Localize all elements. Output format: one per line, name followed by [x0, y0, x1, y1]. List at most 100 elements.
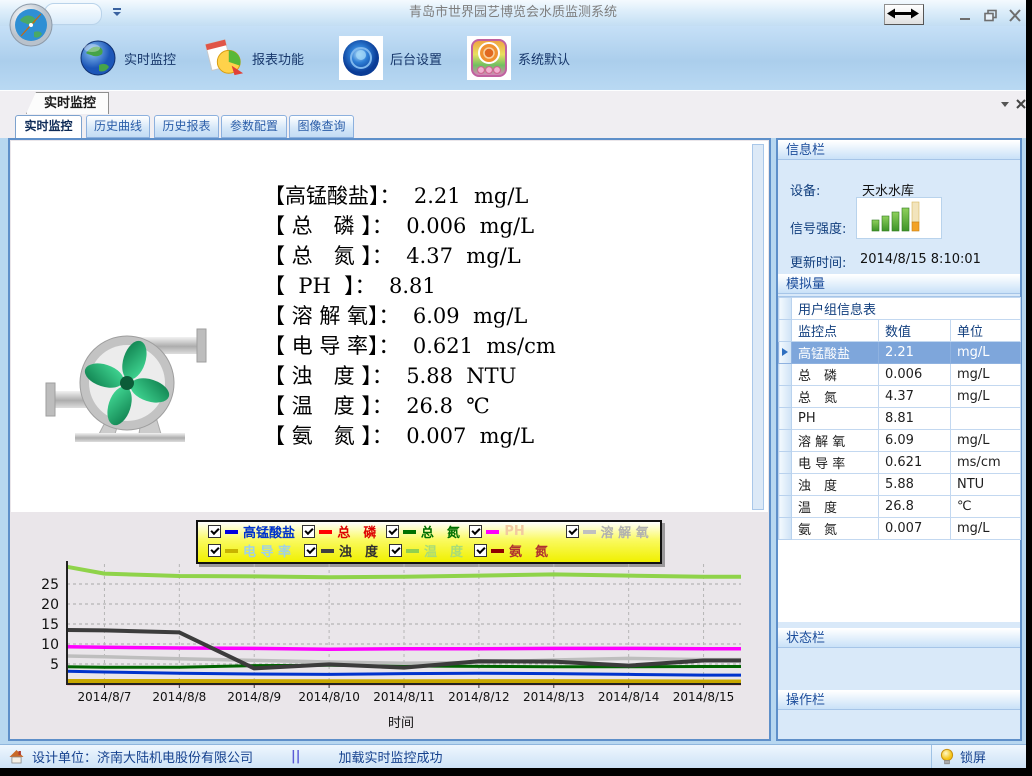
cell-point: 电 导 率 [792, 452, 879, 474]
cell-point: 总 氮 [792, 386, 879, 408]
column-header-value: 数值 [879, 320, 951, 342]
cell-value: 6.09 [879, 430, 951, 452]
reading-line-0: 【高锰酸盐】： 2.21 mg/L [264, 181, 556, 211]
quick-access-dropdown-icon[interactable] [113, 8, 121, 18]
analog-section-header: 模拟量 [778, 274, 1020, 294]
x-tick-label: 2014/8/13 [523, 690, 585, 704]
legend-checkbox[interactable] [474, 544, 487, 557]
cell-value: 4.37 [879, 386, 951, 408]
cell-value: 0.007 [879, 518, 951, 540]
legend-line-swatch [403, 530, 416, 534]
table-row-1[interactable]: 总 磷0.006mg/L [779, 364, 1021, 386]
lock-screen-button[interactable]: 锁屏 [931, 745, 1026, 768]
toolbar-default-button[interactable]: 系统默认 [462, 31, 575, 85]
app-window: 青岛市世界园艺博览会水质监测系统 [0, 0, 1026, 767]
toolbar-report-button[interactable]: 报表功能 [198, 31, 309, 85]
sub-tab-bar: 实时监控历史曲线历史报表参数配置图像查询 [0, 114, 1026, 138]
series-高锰酸盐 [67, 671, 741, 675]
legend-checkbox[interactable] [304, 544, 317, 557]
subtab-4[interactable]: 图像查询 [289, 115, 354, 138]
check-icon [472, 526, 481, 535]
home-icon [8, 749, 25, 765]
toolbar-settings-button[interactable]: 后台设置 [334, 31, 447, 85]
tab-close-icon[interactable] [1014, 96, 1028, 110]
legend-checkbox[interactable] [208, 525, 221, 538]
system-default-icon [467, 36, 511, 80]
table-row-8[interactable]: 氨 氮0.007mg/L [779, 518, 1021, 540]
legend-line-swatch [583, 530, 596, 534]
legend-line-swatch [406, 549, 419, 553]
legend-line-swatch [225, 549, 238, 553]
legend-label: PH [504, 524, 524, 539]
y-tick-label: 20 [41, 597, 59, 613]
minimize-button[interactable] [956, 7, 974, 20]
toolbar-realtime-button[interactable]: 实时监控 [74, 31, 181, 85]
table-row-2[interactable]: 总 氮4.37mg/L [779, 386, 1021, 408]
cell-unit: mg/L [951, 430, 1021, 452]
status-bar: 设计单位：济南大陆机电股份有限公司 || 加载实时监控成功 锁屏 [0, 744, 1026, 768]
status-section-header: 状态栏 [778, 628, 1020, 648]
cell-point: 总 磷 [792, 364, 879, 386]
close-icon [1006, 9, 1024, 22]
minimize-icon [956, 9, 974, 22]
cell-value: 0.621 [879, 452, 951, 474]
tab-list-dropdown-icon[interactable] [998, 96, 1012, 110]
x-tick-label: 2014/8/12 [448, 690, 510, 704]
cell-unit: mg/L [951, 518, 1021, 540]
cell-unit [951, 408, 1021, 430]
legend-checkbox[interactable] [566, 525, 579, 538]
legend-label: 浊 度 [339, 541, 378, 560]
table-row-0[interactable]: 高锰酸盐2.21mg/L [779, 342, 1021, 364]
reading-line-1: 【 总 磷 】： 0.006 mg/L [264, 211, 556, 241]
cell-value: 0.006 [879, 364, 951, 386]
subtab-1[interactable]: 历史曲线 [86, 115, 150, 138]
legend-item-0-1: 总 磷 [302, 522, 386, 541]
check-icon [568, 526, 577, 535]
vertical-scrollbar[interactable] [752, 144, 764, 510]
row-gutter [779, 342, 792, 364]
cell-unit: mg/L [951, 342, 1021, 364]
resize-button[interactable] [884, 4, 924, 25]
chart-zone: 高锰酸盐总 磷总 氮PH溶 解 氧电 导 率浊 度温 度氨 氮 51015202… [11, 512, 768, 738]
x-tick-label: 2014/8/14 [598, 690, 660, 704]
legend-label: 总 磷 [337, 522, 376, 541]
legend-checkbox[interactable] [469, 525, 482, 538]
info-section-header: 信息栏 [778, 140, 1020, 160]
device-label: 设备: [790, 180, 820, 199]
table-row-3[interactable]: PH8.81 [779, 408, 1021, 430]
table-column-header-row: 监控点 数值 单位 [779, 320, 1021, 342]
pump-icon [39, 321, 219, 453]
legend-checkbox[interactable] [302, 525, 315, 538]
x-tick-label: 2014/8/9 [227, 690, 281, 704]
subtab-0[interactable]: 实时监控 [15, 115, 82, 139]
table-group-title: 用户组信息表 [792, 298, 1021, 320]
ribbon-toolbar: 实时监控 报表功能 后 [0, 26, 1026, 91]
subtab-3[interactable]: 参数配置 [221, 115, 287, 138]
check-icon [476, 545, 485, 554]
close-button[interactable] [1006, 7, 1024, 20]
legend-line-swatch [321, 549, 334, 553]
report-icon [203, 37, 245, 79]
window-tab-realtime[interactable]: 实时监控 [26, 92, 109, 114]
legend-line-swatch [486, 530, 499, 534]
legend-line-swatch [491, 549, 504, 553]
compass-app-icon[interactable] [8, 2, 54, 48]
cell-point: 溶 解 氧 [792, 430, 879, 452]
toolbar-settings-label: 后台设置 [390, 49, 442, 68]
toolbar-report-label: 报表功能 [252, 49, 304, 68]
table-row-4[interactable]: 溶 解 氧6.09mg/L [779, 430, 1021, 452]
legend-checkbox[interactable] [389, 544, 402, 557]
restore-button[interactable] [982, 7, 1000, 20]
row-gutter [779, 496, 792, 518]
settings-disc-icon [339, 36, 383, 80]
subtab-2[interactable]: 历史报表 [154, 115, 219, 138]
legend-label: 电 导 率 [243, 541, 291, 560]
reading-line-4: 【 溶 解 氧】： 6.09 mg/L [264, 301, 556, 331]
table-row-7[interactable]: 温 度26.8℃ [779, 496, 1021, 518]
table-row-5[interactable]: 电 导 率0.621ms/cm [779, 452, 1021, 474]
legend-checkbox[interactable] [386, 525, 399, 538]
legend-checkbox[interactable] [208, 544, 221, 557]
sidebar: 信息栏 设备: 天水水库 信号强度: 更新时间: 2014/8/15 8:10:… [776, 138, 1022, 741]
legend-label: 溶 解 氧 [601, 522, 649, 541]
table-row-6[interactable]: 浊 度5.88NTU [779, 474, 1021, 496]
